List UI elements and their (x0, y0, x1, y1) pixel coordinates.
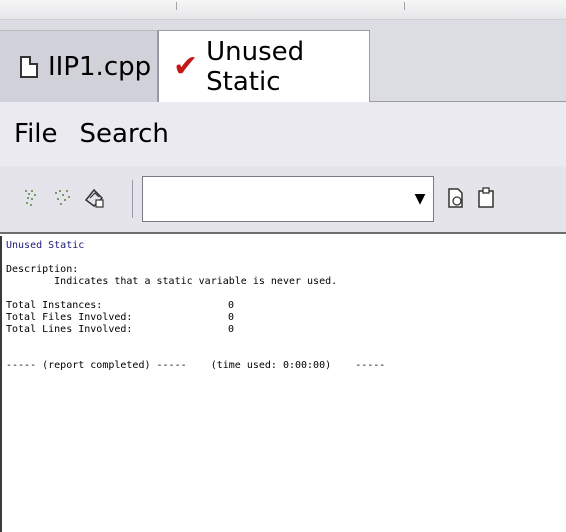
stat-value: 0 (228, 312, 235, 323)
paste-icon[interactable] (474, 186, 498, 210)
stat-label: Total Instances: (6, 300, 103, 311)
menu-file[interactable]: File (14, 119, 58, 149)
tab-unused-static[interactable]: ✔ Unused Static (158, 30, 370, 103)
search-combobox[interactable]: ▼ (142, 176, 434, 222)
strip-tick (404, 2, 405, 10)
stat-label: Total Files Involved: (6, 312, 133, 323)
search-input[interactable] (143, 177, 407, 221)
find-all-icon[interactable] (52, 186, 76, 210)
copy-icon[interactable] (444, 186, 468, 210)
stat-value: 0 (228, 324, 235, 335)
toolbar: ▼ (0, 166, 566, 234)
tab-label: Unused Static (206, 37, 305, 97)
window-top-strip (0, 0, 566, 20)
menu-bar: File Search (0, 102, 566, 166)
tab-iip1-cpp[interactable]: IIP1.cpp (0, 30, 158, 102)
strip-tick (176, 2, 177, 10)
menu-search[interactable]: Search (80, 119, 169, 149)
stat-value: 0 (228, 300, 235, 311)
report-footer: ----- (report completed) ----- (time use… (6, 360, 386, 371)
file-icon (20, 55, 38, 78)
description-label: Description: (6, 264, 79, 275)
tab-label: IIP1.cpp (48, 51, 152, 82)
find-icon[interactable] (22, 186, 46, 210)
report-title: Unused Static (6, 240, 85, 251)
check-icon: ✔ (173, 49, 199, 84)
description-text: Indicates that a static variable is neve… (6, 276, 338, 287)
stat-label: Total Lines Involved: (6, 324, 133, 335)
chevron-down-icon[interactable]: ▼ (407, 177, 433, 221)
report-output[interactable]: Unused Static Description: Indicates tha… (0, 236, 566, 532)
tab-bar: IIP1.cpp ✔ Unused Static (0, 20, 566, 103)
toolbar-separator (132, 180, 133, 218)
select-tool-icon[interactable] (82, 186, 106, 210)
